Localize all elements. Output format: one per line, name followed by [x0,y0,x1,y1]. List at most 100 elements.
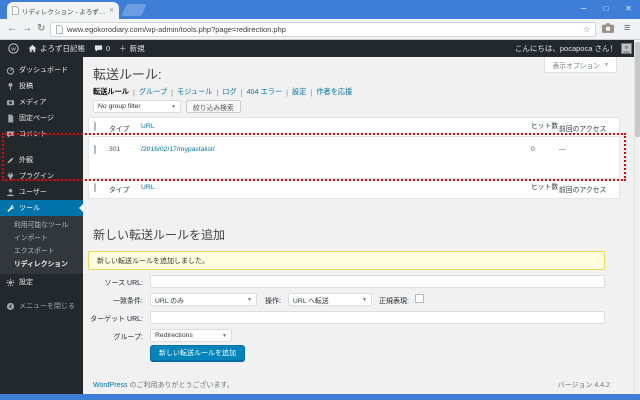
main-content: 表示オプション ▼ 転送ルール: 転送ルール | グループ | モジュール | … [83,57,640,394]
wp-logo-icon[interactable]: W [8,43,19,54]
new-tab-button[interactable] [121,4,146,16]
avatar[interactable] [621,43,632,54]
plus-icon: ＋ [119,43,127,54]
col-footer-url[interactable]: URL [141,179,531,191]
extension-camera-icon[interactable] [602,23,614,33]
tab-redirects[interactable]: 転送ルール [93,87,129,97]
admin-bar-comments[interactable]: 0 [94,44,110,53]
tab-log[interactable]: ログ [222,87,236,97]
sidebar-item-pages[interactable]: 固定ページ [0,110,83,126]
forward-icon[interactable]: → [22,23,32,34]
url-text[interactable]: www.egokorodiary.com/wp-admin/tools.php?… [67,25,579,34]
col-header-type[interactable]: タイプ [109,118,141,133]
group-select[interactable]: Redirections ▼ [150,329,232,342]
tab-modules[interactable]: モジュール [177,87,212,97]
brush-icon [6,156,15,165]
match-select[interactable]: URL のみ ▼ [150,293,257,306]
sidebar-item-posts[interactable]: 投稿 [0,78,83,94]
wrench-icon [6,204,15,213]
submenu-redirection[interactable]: リディレクション [0,258,83,271]
regex-checkbox[interactable] [415,294,424,303]
svg-text:W: W [11,46,16,52]
tab-support-author[interactable]: 作者を応援 [316,87,352,97]
address-bar[interactable]: www.egokorodiary.com/wp-admin/tools.php?… [50,22,596,37]
add-redirect-heading: 新しい転送ルールを追加 [93,226,225,243]
browser-window: リディレクション - よろず日記帳 ✕ ─ □ ✕ ← → ↻ www.egok… [0,0,640,400]
submenu-import[interactable]: インポート [0,232,83,245]
success-notice: 新しい転送ルールを追加しました。 [88,251,605,270]
admin-sidebar: ダッシュボード 投稿 メディア 固定ページ コメント 外観 プラグイン [0,57,83,394]
table-row: 301 /2016/02/17/mypastalist/ 0 — [89,137,619,178]
sidebar-item-tools[interactable]: ツール [0,200,83,216]
collapse-menu-button[interactable]: メニューを閉じる [0,298,83,314]
window-minimize-icon[interactable]: ─ [581,5,587,13]
chevron-down-icon: ▼ [604,62,609,68]
row-checkbox[interactable] [94,145,96,154]
tab-404-errors[interactable]: 404 エラー [247,87,283,97]
page-favicon-icon [12,6,19,15]
select-all-checkbox[interactable] [94,122,96,131]
tab-groups[interactable]: グループ [139,87,167,97]
admin-bar-site-link[interactable]: よろず日記帳 [28,43,85,54]
sidebar-item-settings[interactable]: 設定 [0,274,83,290]
sidebar-separator [0,142,83,152]
sidebar-item-media[interactable]: メディア [0,94,83,110]
collapse-icon [6,302,15,311]
sidebar-item-dashboard[interactable]: ダッシュボード [0,62,83,78]
select-all-checkbox-bottom[interactable] [94,183,96,192]
filter-search-button[interactable]: 絞り込み検索 [186,100,241,113]
wordpress-link[interactable]: WordPress [93,382,128,389]
sidebar-item-users[interactable]: ユーザー [0,184,83,200]
browser-tab[interactable]: リディレクション - よろず日記帳 ✕ [7,2,119,19]
submenu-available-tools[interactable]: 利用可能なツール [0,219,83,232]
chevron-down-icon: ▼ [171,104,176,110]
dashboard-icon [6,66,15,75]
back-icon[interactable]: ← [7,23,17,34]
greeting-text[interactable]: こんにちは、pocapoca さん！ [515,43,617,54]
row-url-link[interactable]: /2016/02/17/mypastalist/ [141,146,215,153]
table-header-row: タイプ URL ヒット数 前回のアクセス [89,118,619,137]
screen-options-button[interactable]: 表示オプション ▼ [544,57,617,73]
col-footer-last-access[interactable]: 前回のアクセス [559,179,619,194]
tab-options[interactable]: 設定 [292,87,306,97]
plugin-tabs: 転送ルール | グループ | モジュール | ログ | 404 エラー | 設定… [93,87,352,97]
browser-menu-icon[interactable]: ≡ [624,22,630,34]
col-header-last-access[interactable]: 前回のアクセス [559,118,619,133]
source-url-input[interactable] [150,275,605,288]
page-icon [6,114,15,123]
sidebar-item-plugins[interactable]: プラグイン [0,168,83,184]
window-close-icon[interactable]: ✕ [625,5,632,13]
col-footer-type[interactable]: タイプ [109,179,141,194]
scrollbar-thumb[interactable] [635,42,640,137]
window-maximize-icon[interactable]: □ [603,5,608,13]
pushpin-icon [6,82,15,91]
row-hits: 0 [531,137,559,154]
browser-titlebar: リディレクション - よろず日記帳 ✕ ─ □ ✕ [0,0,640,19]
source-url-label: ソース URL: [83,278,143,288]
add-redirect-button[interactable]: 新しい転送ルールを追加 [150,345,245,361]
reload-icon[interactable]: ↻ [37,23,45,34]
group-filter-select[interactable]: No group filter ▼ [93,100,181,113]
submenu-export[interactable]: エクスポート [0,245,83,258]
target-url-input[interactable] [150,311,605,324]
sidebar-item-comments[interactable]: コメント [0,126,83,142]
col-header-url[interactable]: URL [141,118,531,130]
sidebar-item-appearance[interactable]: 外観 [0,152,83,168]
home-icon [28,44,37,53]
col-footer-hits[interactable]: ヒット数 [531,179,559,192]
comment-icon [6,130,15,139]
chevron-down-icon: ▼ [222,333,227,339]
scrollbar[interactable] [634,40,640,394]
admin-bar-new[interactable]: ＋ 新規 [119,43,145,54]
row-type: 301 [109,137,141,153]
user-icon [6,188,15,197]
action-select[interactable]: URL へ転送 ▼ [288,293,372,306]
bookmark-star-icon[interactable]: ☆ [583,25,590,34]
tab-close-icon[interactable]: ✕ [109,7,114,14]
table-footer-row: タイプ URL ヒット数 前回のアクセス [89,178,619,198]
sidebar-gap [0,290,83,298]
browser-toolbar: ← → ↻ www.egokorodiary.com/wp-admin/tool… [0,19,640,40]
comment-bubble-icon [94,44,103,53]
redirects-table: タイプ URL ヒット数 前回のアクセス 301 /2016/02/17/myp… [88,117,620,199]
col-header-hits[interactable]: ヒット数 [531,118,559,131]
